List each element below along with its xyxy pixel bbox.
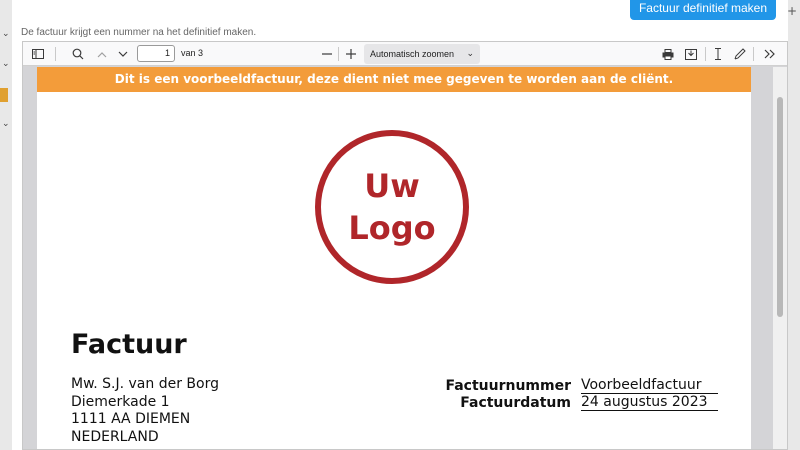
- invoice-date-value: 24 augustus 2023: [581, 394, 718, 411]
- modal-hint: De factuur krijgt een nummer na het defi…: [21, 27, 257, 38]
- background-left-panel: ⌄ ⌄ ⌄: [0, 0, 12, 450]
- address-line: NEDERLAND: [71, 428, 159, 445]
- zoom-select-value: Automatisch zoomen: [370, 49, 455, 59]
- minus-icon[interactable]: [319, 45, 335, 63]
- logo-text-line1: Uw: [364, 167, 420, 205]
- page-total-label: van 3: [181, 48, 204, 58]
- invoice-date-row: Factuurdatum 24 augustus 2023: [417, 394, 718, 411]
- sample-invoice-banner: Dit is een voorbeeldfactuur, deze dient …: [37, 67, 751, 92]
- background-right-panel: +: [786, 0, 800, 450]
- pdf-page: Dit is een voorbeeldfactuur, deze dient …: [37, 67, 751, 449]
- pdf-toolbar: 1 van 3 Automatisch zoomen ⌄: [23, 42, 787, 66]
- logo-placeholder: Uw Logo: [315, 130, 469, 284]
- print-icon[interactable]: [659, 45, 677, 63]
- address-line: Mw. S.J. van der Borg: [71, 376, 219, 392]
- logo-text-line2: Logo: [348, 209, 436, 247]
- arrow-up-icon[interactable]: [93, 45, 111, 63]
- page-number-input[interactable]: 1: [137, 45, 175, 62]
- invoice-number-value: Voorbeeldfactuur: [581, 377, 718, 394]
- chevron-down-icon: ⌄: [2, 118, 10, 128]
- chevron-down-icon: ⌄: [466, 49, 474, 59]
- zoom-select[interactable]: Automatisch zoomen ⌄: [364, 44, 480, 64]
- invoice-number-row: Factuurnummer Voorbeeldfactuur: [417, 376, 718, 394]
- toolbar-divider: [705, 47, 706, 61]
- invoice-date-label: Factuurdatum: [460, 395, 571, 411]
- invoice-modal: De factuur krijgt een nummer na het defi…: [12, 0, 788, 450]
- text-cursor-icon[interactable]: [709, 45, 727, 63]
- search-icon[interactable]: [69, 45, 87, 63]
- invoice-title: Factuur: [71, 329, 187, 360]
- download-icon[interactable]: [682, 45, 700, 63]
- pdf-viewer: 1 van 3 Automatisch zoomen ⌄ Dit is een …: [22, 41, 788, 450]
- pen-icon[interactable]: [731, 45, 749, 63]
- plus-icon[interactable]: [343, 45, 359, 63]
- toolbar-divider: [338, 47, 339, 61]
- chevron-down-icon: ⌄: [2, 58, 10, 68]
- double-chevron-icon[interactable]: [761, 45, 779, 63]
- address-line: 1111 AA DIEMEN: [71, 411, 191, 427]
- scrollbar[interactable]: [773, 67, 787, 449]
- address-line: Diemerkade 1: [71, 393, 170, 410]
- customer-address: Mw. S.J. van der Borg Diemerkade 1 1111 …: [71, 376, 219, 446]
- sidebar-icon[interactable]: [29, 45, 47, 63]
- finalize-invoice-button[interactable]: Factuur definitief maken: [629, 0, 776, 20]
- scrollbar-thumb[interactable]: [777, 97, 783, 317]
- chevron-down-icon: ⌄: [2, 28, 10, 38]
- toolbar-divider: [753, 47, 754, 61]
- plus-icon: +: [786, 4, 797, 18]
- toolbar-divider: [55, 47, 56, 61]
- invoice-meta: Factuurnummer Voorbeeldfactuur Factuurda…: [417, 376, 718, 411]
- arrow-down-icon[interactable]: [114, 45, 132, 63]
- invoice-number-label: Factuurnummer: [445, 377, 571, 394]
- status-badge: [0, 88, 8, 102]
